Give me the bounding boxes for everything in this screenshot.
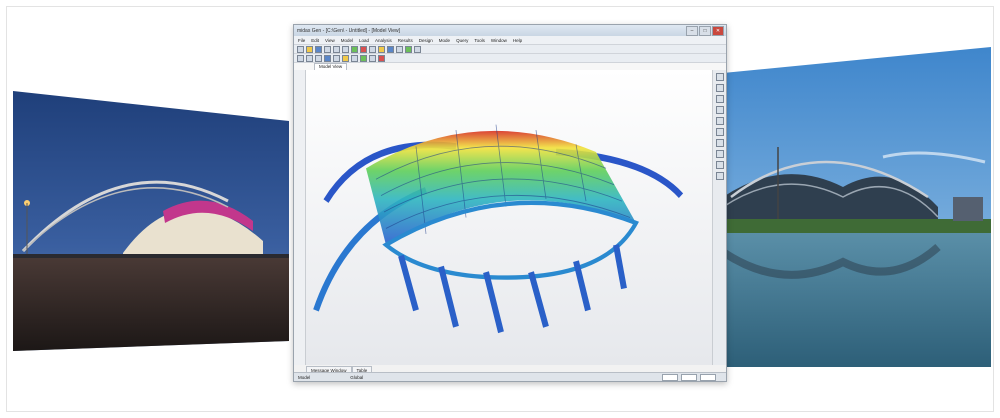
right-toolbar bbox=[712, 70, 726, 365]
load-icon[interactable] bbox=[387, 45, 394, 53]
zoom-in-icon[interactable] bbox=[715, 117, 724, 125]
shrink-icon[interactable] bbox=[715, 161, 724, 169]
analysis-icon[interactable] bbox=[396, 45, 403, 53]
banner-frame: midas Gen - [C:\Gen\ - Untitled] - [Mode… bbox=[6, 6, 994, 412]
pan-icon[interactable] bbox=[315, 54, 322, 62]
perspective-icon[interactable] bbox=[715, 172, 724, 180]
rotate-icon[interactable] bbox=[324, 54, 331, 62]
zoom-icon[interactable] bbox=[306, 54, 313, 62]
tab-model-view[interactable]: Model View bbox=[314, 63, 348, 70]
menu-analysis[interactable]: Analysis bbox=[375, 38, 392, 43]
menu-view[interactable]: View bbox=[325, 38, 335, 43]
view-top-icon[interactable] bbox=[715, 84, 724, 92]
save-icon[interactable] bbox=[315, 45, 322, 53]
toolbar-1 bbox=[294, 45, 726, 54]
menu-window[interactable]: Window bbox=[491, 38, 507, 43]
menu-results[interactable]: Results bbox=[398, 38, 413, 43]
property-icon[interactable] bbox=[369, 45, 376, 53]
maximize-button[interactable]: □ bbox=[699, 26, 711, 36]
menu-bar: File Edit View Model Load Analysis Resul… bbox=[294, 36, 726, 45]
unit-length-select[interactable] bbox=[681, 373, 697, 381]
close-button[interactable]: ✕ bbox=[712, 26, 724, 36]
view-iso-icon[interactable] bbox=[715, 106, 724, 114]
stadium-model-3d bbox=[313, 124, 684, 334]
fit-all-icon[interactable] bbox=[715, 139, 724, 147]
snap-icon[interactable] bbox=[378, 54, 385, 62]
title-bar: midas Gen - [C:\Gen\ - Untitled] - [Mode… bbox=[294, 25, 726, 36]
menu-mode[interactable]: Mode bbox=[439, 38, 450, 43]
new-file-icon[interactable] bbox=[297, 45, 304, 53]
grid-icon[interactable] bbox=[369, 54, 376, 62]
menu-load[interactable]: Load bbox=[359, 38, 369, 43]
app-window: midas Gen - [C:\Gen\ - Untitled] - [Mode… bbox=[293, 24, 727, 382]
element-icon[interactable] bbox=[360, 45, 367, 53]
model-viewport[interactable] bbox=[306, 70, 712, 365]
open-folder-icon[interactable] bbox=[306, 45, 313, 53]
tree-panel[interactable] bbox=[294, 70, 306, 365]
menu-help[interactable]: Help bbox=[513, 38, 522, 43]
design-icon[interactable] bbox=[414, 45, 421, 53]
unit-force-select[interactable] bbox=[662, 373, 678, 381]
boundary-icon[interactable] bbox=[378, 45, 385, 53]
view-side-icon[interactable] bbox=[715, 95, 724, 103]
hidden-icon[interactable] bbox=[715, 150, 724, 158]
results-icon[interactable] bbox=[405, 45, 412, 53]
menu-design[interactable]: Design bbox=[419, 38, 433, 43]
zoom-out-icon[interactable] bbox=[715, 128, 724, 136]
shade-icon[interactable] bbox=[351, 54, 358, 62]
fit-icon[interactable] bbox=[333, 54, 340, 62]
select-icon[interactable] bbox=[297, 54, 304, 62]
view-front-icon[interactable] bbox=[715, 73, 724, 81]
menu-query[interactable]: Query bbox=[456, 38, 468, 43]
stadium-day-photo bbox=[723, 47, 991, 367]
redo-icon[interactable] bbox=[342, 45, 349, 53]
status-field bbox=[700, 373, 716, 381]
menu-model[interactable]: Model bbox=[341, 38, 353, 43]
window-title: midas Gen - [C:\Gen\ - Untitled] - [Mode… bbox=[297, 27, 401, 34]
minimize-button[interactable]: – bbox=[686, 26, 698, 36]
undo-icon[interactable] bbox=[333, 45, 340, 53]
status-mode: Model bbox=[298, 374, 311, 380]
display-icon[interactable] bbox=[342, 54, 349, 62]
print-icon[interactable] bbox=[324, 45, 331, 53]
status-coord: Global bbox=[350, 374, 364, 380]
menu-file[interactable]: File bbox=[298, 38, 305, 43]
status-bar: Model Global bbox=[294, 372, 726, 381]
menu-tools[interactable]: Tools bbox=[474, 38, 485, 43]
node-icon[interactable] bbox=[351, 45, 358, 53]
menu-edit[interactable]: Edit bbox=[311, 38, 319, 43]
stadium-night-photo bbox=[13, 91, 289, 351]
render-icon[interactable] bbox=[360, 54, 367, 62]
toolbar-2 bbox=[294, 54, 726, 63]
